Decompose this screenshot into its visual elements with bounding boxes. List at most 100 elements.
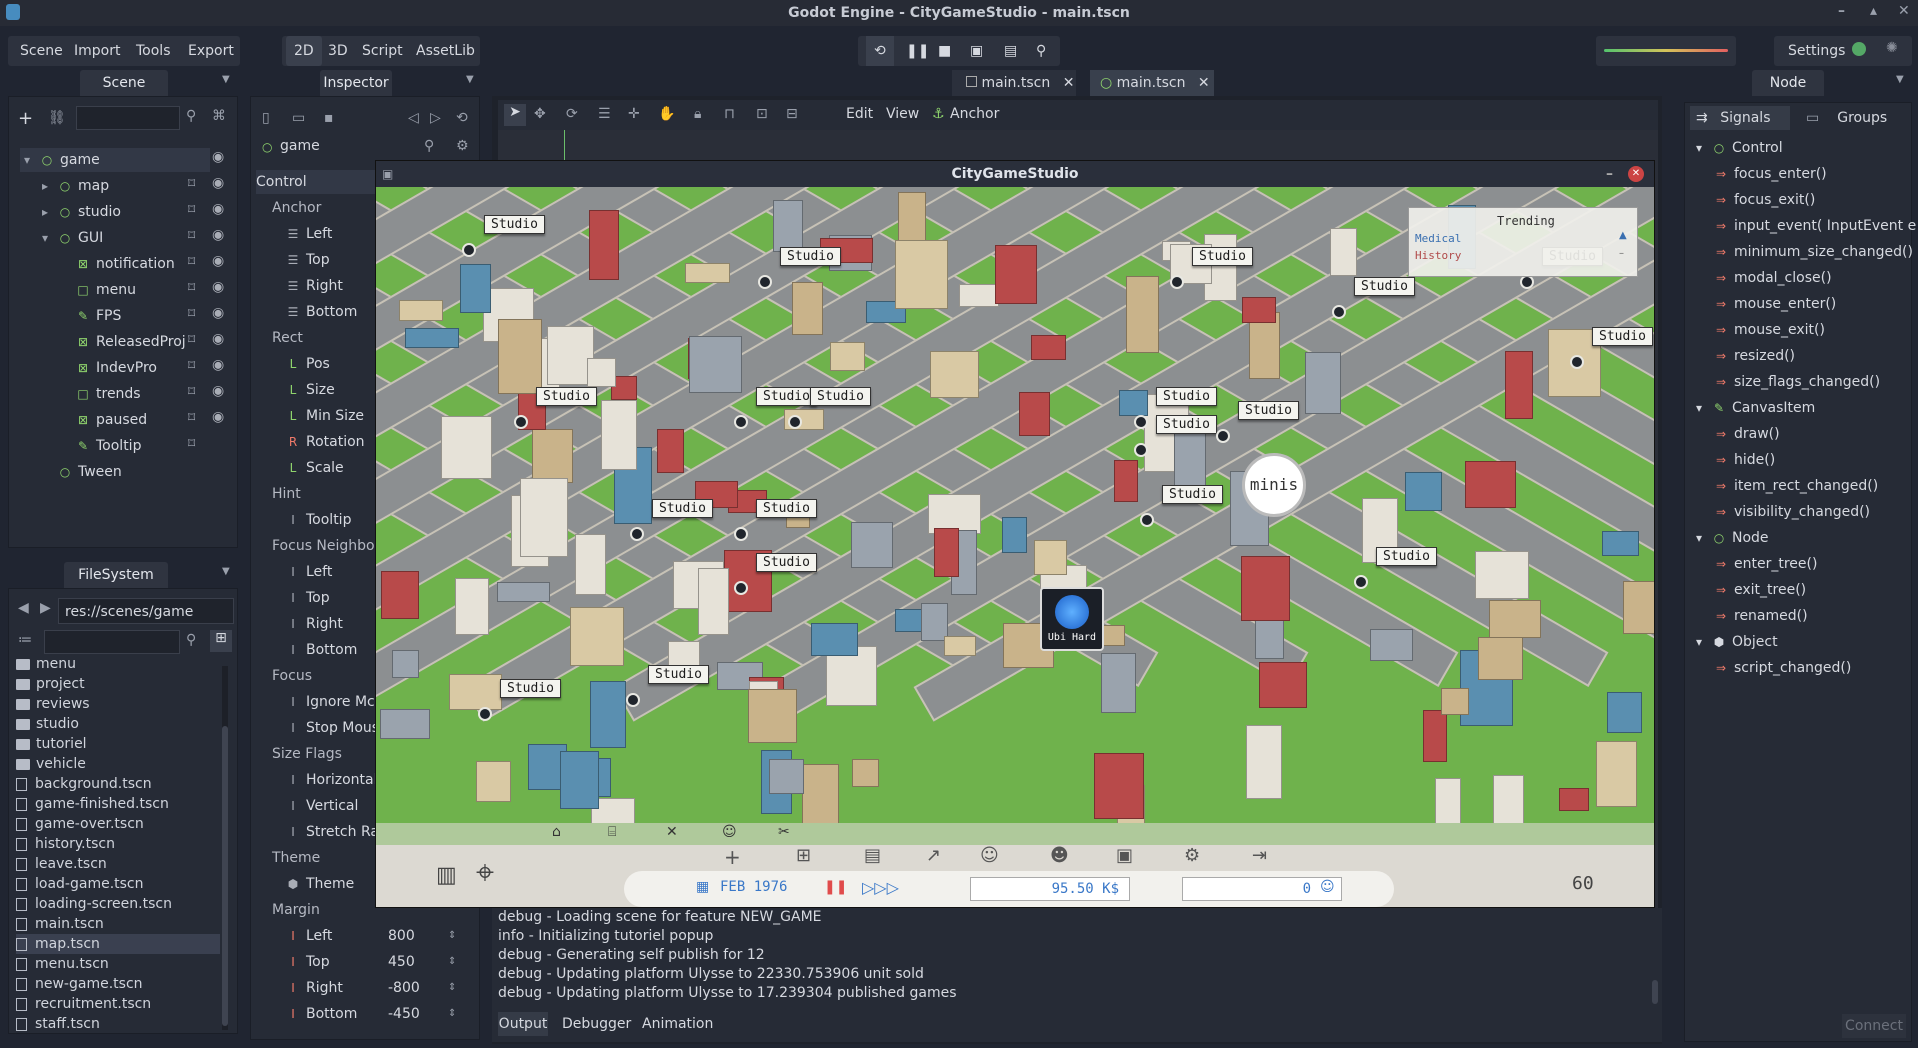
mode-assetlib[interactable]: AssetLib <box>408 36 483 66</box>
next-icon[interactable]: ▷ <box>430 110 441 126</box>
tab-filesystem[interactable]: FileSystem <box>64 562 168 588</box>
inspector-row[interactable]: L Min Size <box>286 404 364 428</box>
output-scrollbar[interactable] <box>1652 980 1658 1004</box>
scene-node-row[interactable]: ⊠ IndevPro <box>56 356 157 380</box>
city-map[interactable]: Studio Studio Studio Studio Studio Studio Stud… <box>376 187 1654 823</box>
pan-tool-icon[interactable]: ✋ <box>658 106 675 122</box>
inspector-row[interactable]: I Ignore Mc <box>286 690 375 714</box>
tab-scene[interactable]: Scene <box>80 70 168 96</box>
mode-3d[interactable]: 3D <box>320 36 356 66</box>
mode-2d[interactable]: 2D <box>286 36 322 66</box>
clipboard-icon[interactable]: ▤ <box>864 845 881 866</box>
inspector-menu-icon[interactable]: ▼ <box>466 74 474 85</box>
studio-pin-icon[interactable] <box>1520 275 1534 289</box>
signal-row[interactable]: ⇒ draw() <box>1714 422 1780 446</box>
file-search-icon[interactable]: ⚲ <box>186 632 196 648</box>
unlock-icon[interactable]: ⊓ <box>724 106 735 122</box>
console-icon[interactable]: ▣ <box>1116 845 1133 866</box>
scene-node-row[interactable]: ⊠ notification <box>56 252 175 276</box>
script-icon[interactable]: ⌑ <box>188 228 195 244</box>
doc-tab-2[interactable]: ○ main.tscn ✕ <box>1090 70 1214 96</box>
studio-label[interactable]: Studio <box>484 215 545 234</box>
signal-row[interactable]: ⇒ renamed() <box>1714 604 1808 628</box>
pause-game-icon[interactable]: ❚❚ <box>824 879 847 895</box>
file-item[interactable]: recruitment.tscn <box>16 994 220 1014</box>
scene-node-row[interactable]: ✎ Tooltip <box>56 434 142 458</box>
inspector-row[interactable]: L Size <box>286 378 335 402</box>
expand-icon[interactable]: ▾ <box>1692 526 1706 550</box>
new-resource-icon[interactable]: ▯ <box>262 110 270 126</box>
edit-menu[interactable]: Edit <box>846 106 873 122</box>
tab-node[interactable]: Node <box>1752 70 1824 96</box>
trending-item-medical[interactable]: Medical <box>1415 232 1461 245</box>
ubi-hard-building[interactable]: Ubi Hard <box>1040 587 1104 651</box>
margin-value[interactable]: -450 <box>388 1002 420 1026</box>
tab-output[interactable]: Output <box>498 1012 548 1036</box>
game-close-icon[interactable]: ✕ <box>1628 166 1644 182</box>
studio-pin-icon[interactable] <box>1140 513 1154 527</box>
studio-pin-icon[interactable] <box>1170 275 1184 289</box>
gear-icon[interactable]: ⚙ <box>1184 845 1200 866</box>
margin-row[interactable]: I Left <box>286 924 332 948</box>
studio-label[interactable]: Studio <box>1238 401 1299 420</box>
inspector-row[interactable]: R Rotation <box>286 430 365 454</box>
signal-row[interactable]: ⇒ size_flags_changed() <box>1714 370 1880 394</box>
expand-icon[interactable]: ▸ <box>38 200 52 224</box>
script-icon[interactable]: ⌑ <box>188 410 195 426</box>
signal-row[interactable]: ⇒ exit_tree() <box>1714 578 1806 602</box>
signal-row[interactable]: ⇒ visibility_changed() <box>1714 500 1870 524</box>
signal-row[interactable]: ⇒ resized() <box>1714 344 1795 368</box>
settings-button[interactable]: Settings <box>1780 36 1853 66</box>
stop-icon[interactable]: ■ <box>930 36 959 66</box>
scene-node-row[interactable]: ▾ ○ game <box>20 148 210 172</box>
add-node-icon[interactable]: + <box>18 108 33 129</box>
view-menu[interactable]: View <box>886 106 919 122</box>
play-restart-icon[interactable]: ⟲ <box>866 36 894 66</box>
scene-node-row[interactable]: ○ Tween <box>38 460 122 484</box>
minimize-icon[interactable]: – <box>1838 3 1845 19</box>
studio-label[interactable]: Studio <box>1354 277 1415 296</box>
margin-row[interactable]: I Top <box>286 950 329 974</box>
menu-scene[interactable]: Scene <box>12 36 71 66</box>
rotate-tool-icon[interactable]: ⟳ <box>566 106 578 122</box>
file-filter-input[interactable] <box>44 630 180 654</box>
grid-view-icon[interactable]: ⊞ <box>210 630 232 652</box>
margin-value[interactable]: 450 <box>388 950 415 974</box>
script-icon[interactable]: ⌑ <box>188 332 195 348</box>
file-item[interactable]: load-game.tscn <box>16 874 220 894</box>
file-item[interactable]: menu <box>16 654 220 674</box>
staff-icon[interactable]: ☺ <box>722 824 737 840</box>
file-item[interactable]: leave.tscn <box>16 854 220 874</box>
studio-pin-icon[interactable] <box>1134 415 1148 429</box>
studio-label[interactable]: Studio <box>756 553 817 572</box>
select-tool-icon[interactable]: ➤ <box>504 104 526 126</box>
spin-arrows-icon[interactable]: ⇕ <box>448 924 456 948</box>
network-icon[interactable]: ⊞ <box>796 845 811 866</box>
scene-node-row[interactable]: □ menu <box>56 278 136 302</box>
studio-pin-icon[interactable] <box>630 527 644 541</box>
inspector-row[interactable]: ⬢ Theme <box>286 872 355 896</box>
studio-label[interactable]: Studio <box>1156 415 1217 434</box>
building-icon[interactable]: ⌸ <box>608 824 616 840</box>
list-view-icon[interactable]: ≔ <box>18 632 32 648</box>
anchor-menu[interactable]: Anchor <box>950 106 999 122</box>
inspector-row[interactable]: I Left <box>286 560 332 584</box>
studio-pin-icon[interactable] <box>1354 575 1368 589</box>
play-custom-icon[interactable]: ▤ <box>996 36 1025 66</box>
scene-node-row[interactable]: ▸ ○ studio <box>38 200 121 224</box>
visibility-eye-icon[interactable]: ◉ <box>212 331 224 347</box>
inspector-row[interactable]: ☰ Bottom <box>286 300 358 324</box>
visibility-eye-icon[interactable]: ◉ <box>212 149 224 165</box>
history-icon[interactable]: ⟲ <box>456 110 468 126</box>
studio-pin-icon[interactable] <box>1216 429 1230 443</box>
signal-row[interactable]: ⇒ hide() <box>1714 448 1775 472</box>
menu-import[interactable]: Import <box>66 36 128 66</box>
studio-pin-icon[interactable] <box>514 415 528 429</box>
file-item[interactable]: history.tscn <box>16 834 220 854</box>
inspector-row[interactable]: I Right <box>286 612 343 636</box>
margin-value[interactable]: 800 <box>388 924 415 948</box>
chart-icon[interactable]: ↗ <box>926 845 941 866</box>
mode-script[interactable]: Script <box>354 36 411 66</box>
inspector-row[interactable]: I Vertical <box>286 794 358 818</box>
signal-row[interactable]: ⇒ modal_close() <box>1714 266 1832 290</box>
